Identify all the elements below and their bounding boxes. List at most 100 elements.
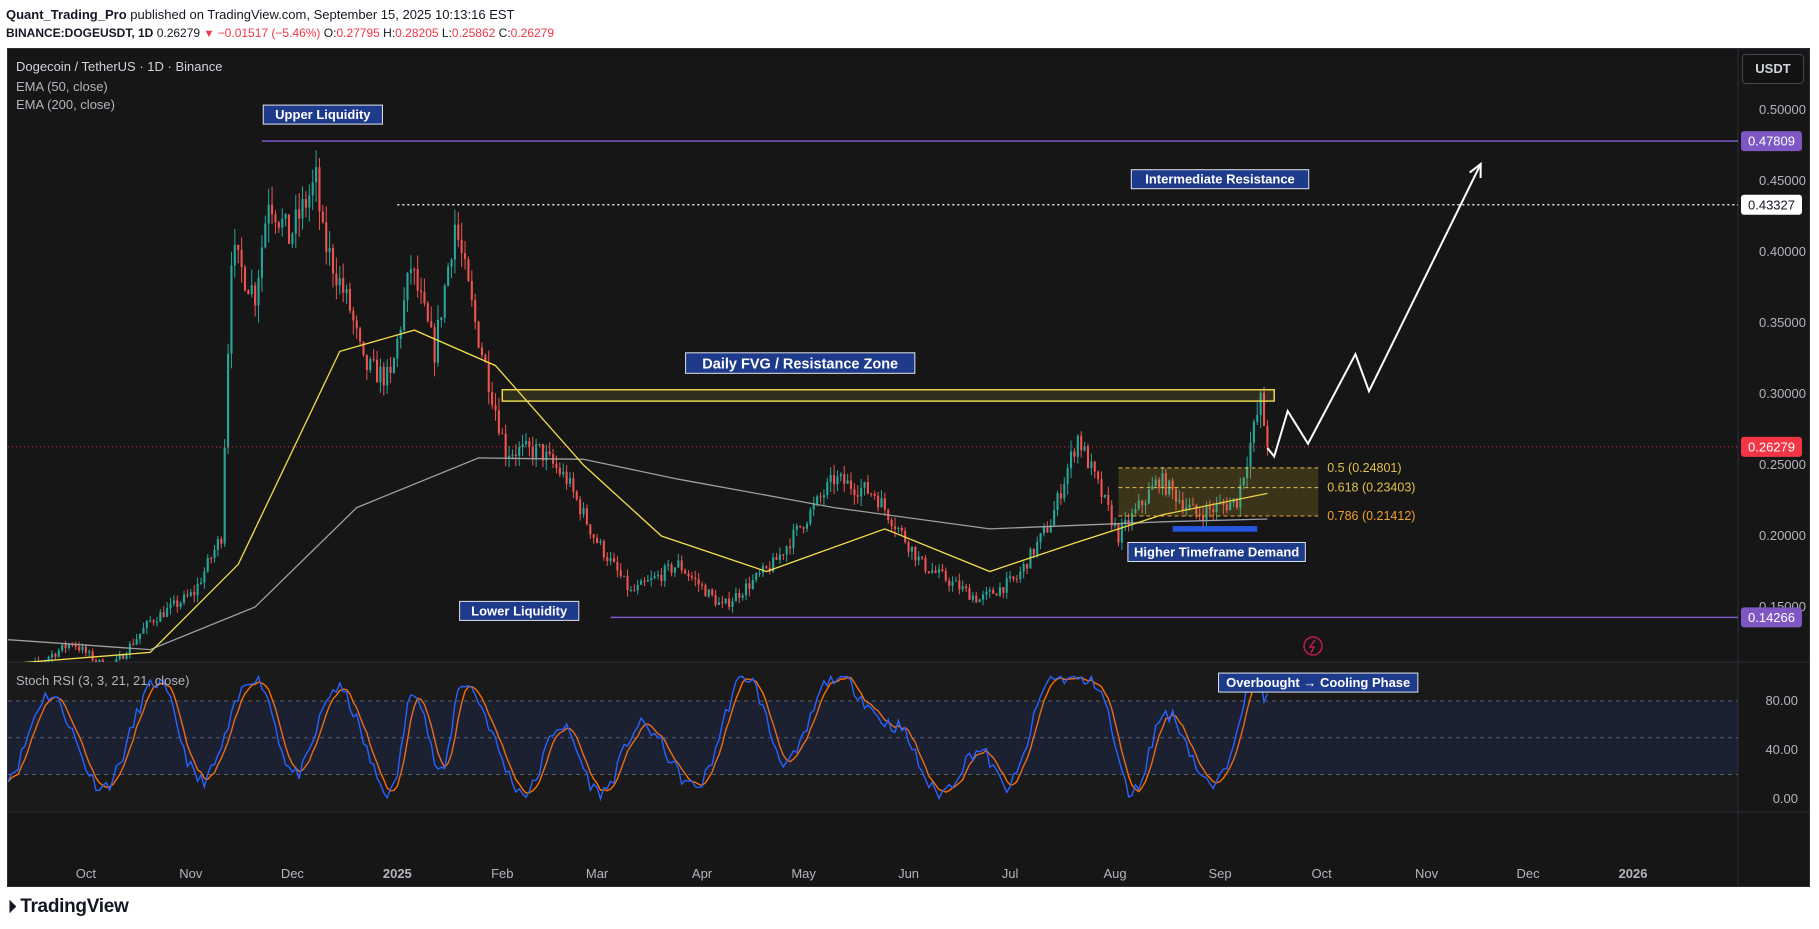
candle-body (511, 454, 514, 456)
candle-body (169, 603, 172, 609)
stoch-y-tick-label: 80.00 (1765, 693, 1798, 708)
candle-body (1086, 446, 1090, 469)
candle-body (998, 587, 1002, 596)
candle-body (897, 527, 900, 530)
candle-body (778, 554, 781, 560)
candle-body (656, 574, 660, 577)
candle-body (47, 657, 50, 661)
candle-body (389, 366, 392, 373)
fvg-resistance-zone (501, 388, 1275, 402)
candle-body (873, 493, 876, 496)
candle-body (667, 564, 670, 566)
candle-body (406, 272, 409, 301)
candle-body (697, 579, 700, 585)
ema200-line (8, 457, 1268, 651)
candle-body (467, 259, 470, 281)
y-tick-label: 0.40000 (1759, 244, 1806, 259)
candle-body (1256, 415, 1259, 422)
candle-body (1032, 548, 1035, 555)
candle-body (646, 580, 649, 582)
candle-body (673, 567, 676, 573)
candle-body (954, 580, 957, 582)
candle-body (758, 573, 761, 575)
candle-body (213, 549, 216, 559)
candle-body (230, 265, 233, 354)
candle-body (812, 503, 815, 510)
x-tick-label: Oct (1311, 866, 1332, 881)
candle-body (1266, 425, 1269, 447)
candle-body (961, 586, 964, 590)
annotation-label: Daily FVG / Resistance Zone (685, 352, 916, 374)
legend-stoch-rsi[interactable]: Stoch RSI (3, 3, 21, 21, close) (16, 673, 189, 688)
candle-body (155, 621, 159, 623)
candle-body (1039, 533, 1042, 542)
candle-body (907, 542, 910, 552)
candle-body (176, 600, 179, 607)
candle-body (748, 583, 751, 589)
candle-body (254, 285, 257, 306)
candle-body (474, 299, 477, 322)
candle-body (1090, 461, 1093, 469)
candle-body (457, 224, 460, 240)
legend-title[interactable]: Dogecoin / TetherUS · 1D · Binance (16, 59, 222, 74)
candle-body (264, 223, 267, 248)
candle-body (423, 292, 426, 304)
stoch-annotation-label: Overbought → Cooling Phase (1218, 672, 1419, 693)
candle-body (789, 546, 792, 549)
candle-body (829, 475, 832, 483)
candle-body (1103, 494, 1106, 498)
candle-body (765, 566, 768, 568)
y-tick-label: 0.50000 (1759, 102, 1806, 117)
candle-body (893, 526, 897, 530)
candle-body (416, 269, 419, 291)
y-tick-label: 0.35000 (1759, 315, 1806, 330)
candle-body (1053, 510, 1056, 526)
candle-body (724, 598, 727, 604)
candle-body (247, 290, 250, 295)
candle-body (599, 541, 602, 543)
candle-body (67, 644, 70, 649)
candle-body (555, 463, 558, 468)
candle-body (660, 574, 663, 582)
candle-body (81, 646, 84, 651)
candle-body (822, 495, 825, 498)
candle-body (135, 639, 138, 645)
candle-body (687, 573, 690, 577)
candle-body (88, 651, 91, 653)
x-tick-label: Nov (1415, 866, 1439, 881)
candle-body (210, 558, 213, 560)
candle-body (700, 584, 704, 586)
candle-body (728, 598, 731, 607)
candle-body (142, 628, 145, 634)
candle-body (298, 209, 301, 219)
candle-body (579, 499, 582, 515)
currency-button[interactable]: USDT (1742, 54, 1804, 84)
candle-body (355, 320, 358, 329)
stoch-band (8, 701, 1738, 775)
chart-canvas[interactable]: 0.50000 0.45000 0.40000 0.35000 0.30000 0.250… (0, 0, 1819, 929)
candle-body (206, 558, 209, 572)
candle-body (1009, 576, 1012, 579)
candle-body (1202, 516, 1205, 521)
legend-ema200[interactable]: EMA (200, close) (16, 97, 115, 112)
candle-body (1100, 479, 1103, 498)
candle-body (145, 620, 148, 629)
candle-body (138, 633, 142, 640)
candle-body (199, 582, 203, 584)
annotation-label-text: Intermediate Resistance (1145, 172, 1295, 187)
stoch-annotation-label-text: Overbought → Cooling Phase (1226, 675, 1410, 690)
candle-body (694, 577, 697, 580)
candle-body (1005, 578, 1008, 593)
candle-body (849, 480, 853, 489)
candle-body (61, 644, 64, 651)
candle-body (257, 277, 260, 306)
candle-body (816, 496, 819, 504)
fib-level-label: 0.618 (0.23403) (1327, 481, 1415, 495)
candle-body (508, 455, 511, 458)
projection-path (1266, 163, 1482, 459)
candle-body (1127, 519, 1130, 525)
candle-body (843, 474, 846, 484)
tradingview-logo[interactable]: ⏵ TradingView (8, 896, 129, 918)
legend-ema50[interactable]: EMA (50, close) (16, 79, 108, 94)
candle-body (900, 527, 903, 531)
